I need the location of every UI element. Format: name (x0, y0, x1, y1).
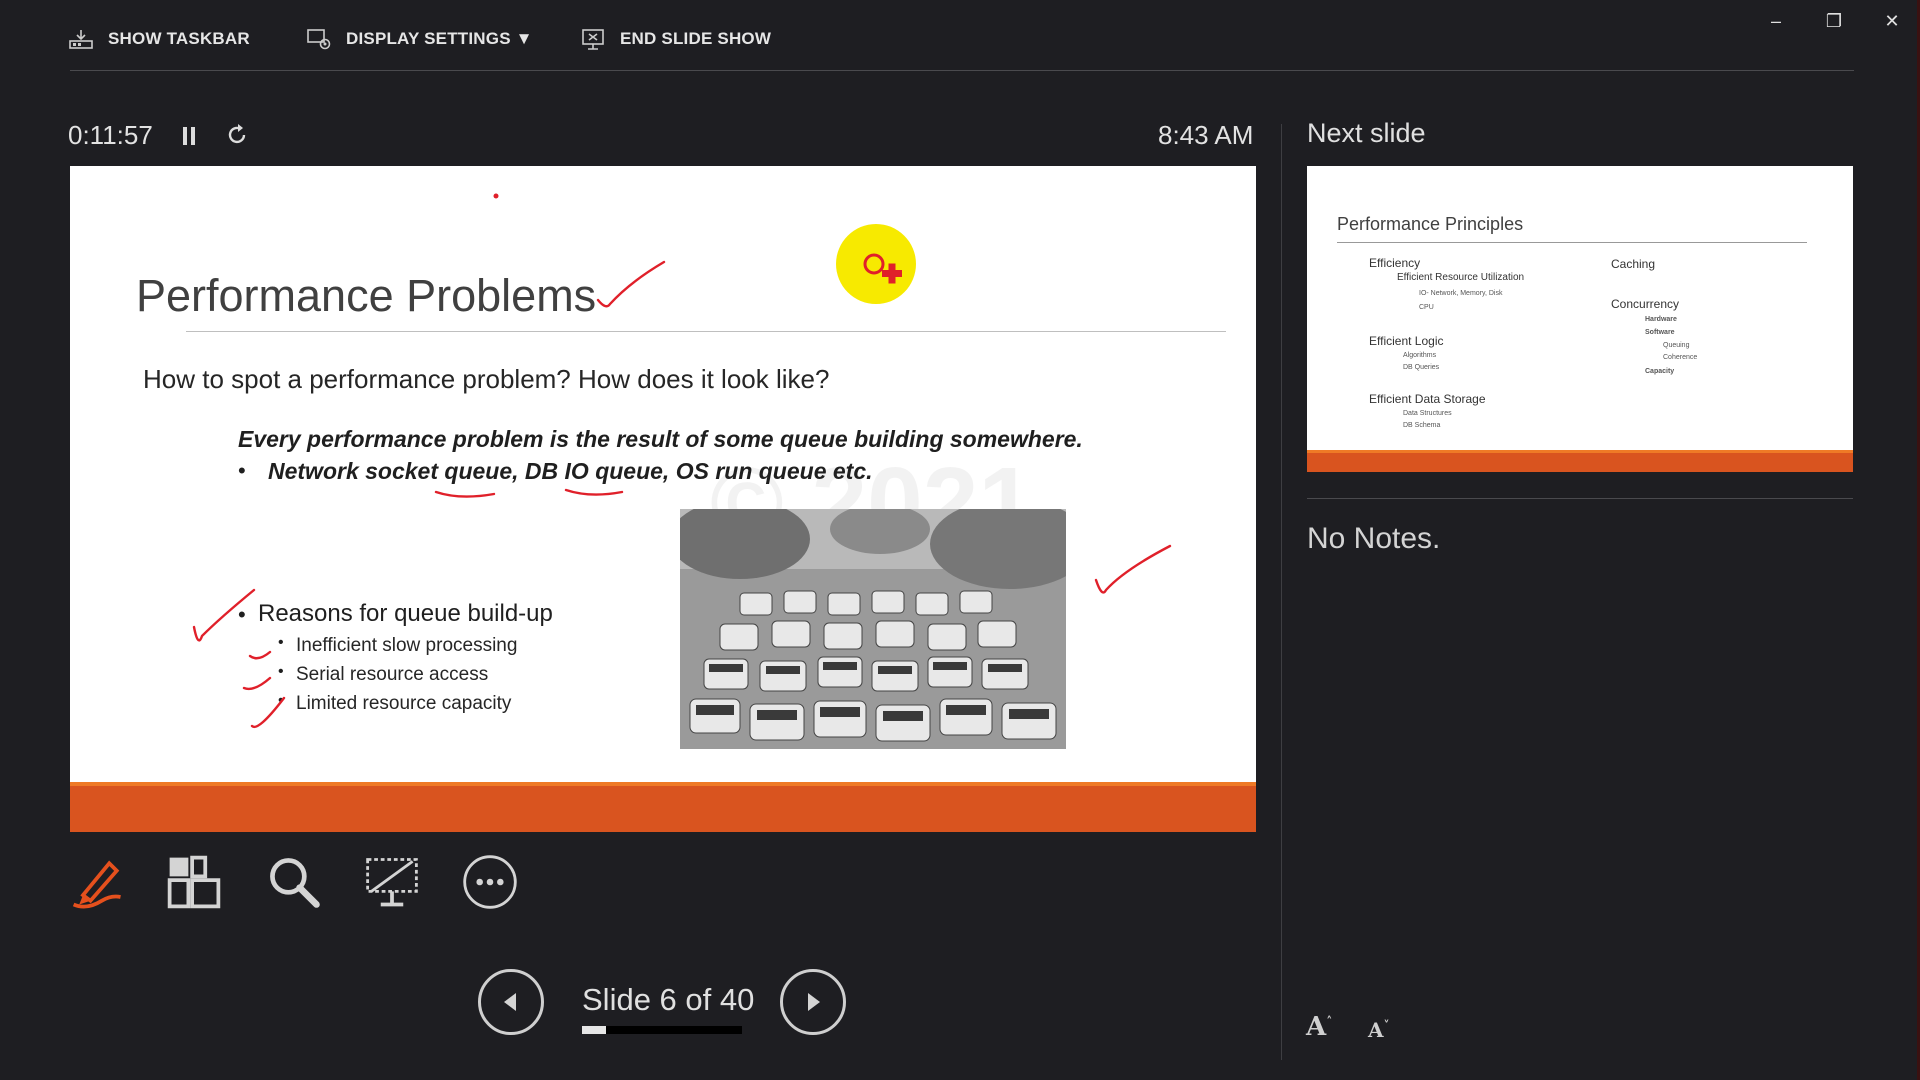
pen-annotations (192, 193, 1172, 729)
outline-item: Coherence (1663, 354, 1698, 361)
previous-slide-button[interactable] (478, 969, 544, 1035)
next-slide-label: Next slide (1307, 118, 1426, 148)
pane-divider (1281, 124, 1282, 1060)
outline-item: DB Queries (1403, 364, 1440, 371)
slide-footer-bar (70, 782, 1256, 832)
display-settings-button[interactable]: DISPLAY SETTINGS ▼ (306, 24, 533, 54)
pen-tool-button[interactable] (66, 850, 130, 914)
end-slide-show-label: END SLIDE SHOW (620, 29, 772, 48)
outline-item: Data Structures (1403, 410, 1452, 417)
speaker-notes: No Notes. (1307, 522, 1441, 555)
outline-item: IO- Network, Memory, Disk (1419, 290, 1503, 297)
close-icon: ✕ (1884, 10, 1900, 31)
outline-item: Algorithms (1403, 352, 1437, 359)
next-slide-title-divider (1337, 242, 1807, 243)
outline-item: Hardware (1645, 316, 1677, 323)
zoom-button[interactable] (262, 850, 326, 914)
display-settings-label: DISPLAY SETTINGS ▼ (346, 29, 533, 48)
more-options-button[interactable] (458, 850, 522, 914)
chevron-left-icon (504, 993, 516, 1011)
decrease-font-icon: A (1368, 1018, 1384, 1042)
restore-button[interactable]: ❐ (1816, 8, 1852, 34)
minimize-button[interactable]: – (1758, 8, 1794, 34)
slide-progress-fill (582, 1026, 606, 1034)
current-slide[interactable]: © 2021 Performance Problems How to spot … (70, 166, 1256, 832)
outline-item: Queuing (1663, 342, 1690, 349)
elapsed-timer: 0:11:57 (68, 120, 153, 150)
clock: 8:43 AM (1158, 120, 1254, 150)
outline-item: Software (1645, 329, 1675, 336)
outline-item: Caching (1611, 257, 1656, 271)
grid-icon (167, 855, 221, 909)
show-taskbar-label: SHOW TASKBAR (108, 29, 250, 48)
outline-item: Efficient Data Storage (1369, 392, 1486, 406)
increase-font-button[interactable]: A˄ (1306, 1012, 1332, 1042)
restore-icon: ❐ (1825, 10, 1843, 31)
next-slide-thumbnail[interactable]: Performance Principles Efficiency Effici… (1307, 166, 1853, 472)
end-slide-show-button[interactable]: END SLIDE SHOW (580, 24, 771, 54)
black-screen-button[interactable] (360, 850, 424, 914)
see-all-slides-button[interactable] (162, 850, 226, 914)
toolbar-divider (70, 70, 1854, 71)
next-slide-button[interactable] (780, 969, 846, 1035)
chevron-right-icon (808, 993, 820, 1011)
outline-item: Concurrency (1611, 297, 1680, 311)
close-button[interactable]: ✕ (1874, 8, 1910, 34)
laser-pointer-icon (836, 224, 916, 304)
outline-item: DB Schema (1403, 422, 1441, 429)
show-taskbar-button[interactable]: SHOW TASKBAR (68, 24, 250, 54)
screen-icon (366, 858, 418, 907)
decrease-font-button[interactable]: A˅ (1368, 1018, 1390, 1042)
outline-item: Capacity (1645, 368, 1675, 375)
magnifier-icon (270, 858, 320, 908)
end-slideshow-icon (582, 29, 604, 50)
next-slide-footer-bar (1307, 450, 1853, 472)
slide-counter[interactable]: Slide 6 of 40 (582, 982, 754, 1018)
notes-divider (1307, 498, 1853, 499)
reset-timer-icon[interactable] (224, 122, 250, 148)
minimize-icon: – (1770, 10, 1781, 31)
outline-item: Efficient Logic (1369, 334, 1444, 348)
more-icon (463, 855, 517, 909)
taskbar-icon (69, 30, 93, 49)
outline-item: Efficient Resource Utilization (1397, 272, 1525, 283)
increase-font-icon: A (1306, 1012, 1327, 1042)
slide-progress-bar (582, 1026, 742, 1034)
outline-item: CPU (1419, 304, 1434, 311)
next-slide-title: Performance Principles (1337, 214, 1524, 234)
display-settings-icon (307, 29, 331, 50)
outline-item: Efficiency (1369, 256, 1421, 270)
pause-icon[interactable] (180, 124, 200, 148)
pen-icon (72, 860, 121, 909)
